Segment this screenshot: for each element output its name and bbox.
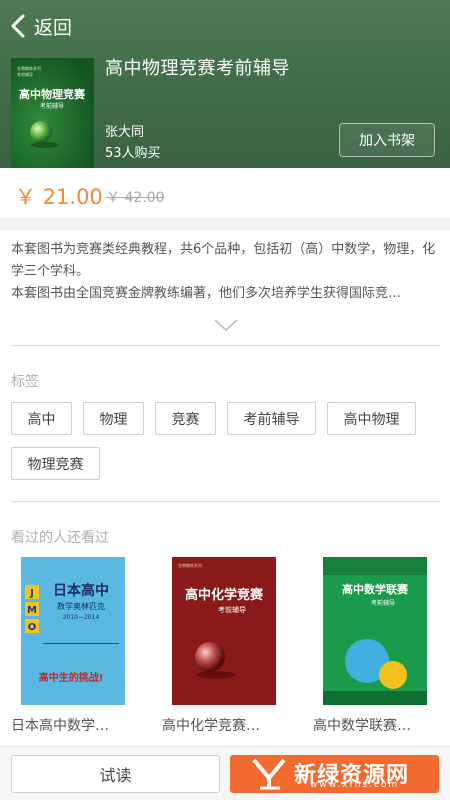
chevron-down-icon[interactable] [213, 318, 239, 332]
watermark-logo-icon [252, 758, 286, 790]
back-button[interactable]: 返回 [10, 10, 72, 42]
cover-title: 日本高中 [53, 582, 109, 599]
trial-read-button[interactable]: 试读 [11, 755, 220, 793]
recommended-label: 高中化学竞赛… [162, 718, 260, 734]
book-header: 返回 金牌教练系列 考前辅导 高中物理竞赛 考前辅导 高中物理竞赛考前辅导 张大… [0, 0, 450, 168]
cover-subtitle: 数学奥林匹克 [57, 601, 105, 611]
tag-item[interactable]: 物理 [83, 402, 144, 435]
book-title: 高中物理竞赛考前辅导 [105, 58, 290, 79]
svg-text:考前辅导: 考前辅导 [17, 71, 33, 77]
tag-item[interactable]: 物理竞赛 [11, 447, 100, 480]
cover-years: 2010—2014 [63, 614, 100, 621]
price-row: ￥ 21.00 ￥ 42.00 [0, 168, 450, 218]
recommended-item[interactable]: 金牌教练系列 高中化学竞赛 考前辅导 高中化学竞赛… [162, 557, 276, 734]
watermark: 新绿资源网 www.xfhs.com [250, 750, 440, 796]
cover-subtitle: 考前辅导 [218, 605, 246, 614]
tags-title: 标签 [11, 374, 39, 390]
tag-item[interactable]: 高中物理 [327, 402, 416, 435]
section-gap [0, 218, 450, 230]
description-line: 本套图书为竞赛类经典教程，共6个品种，包括初（高）中数学，物理，化学三个学科。 [11, 242, 436, 279]
tag-item[interactable]: 竞赛 [155, 402, 216, 435]
book-author: 张大同 [105, 125, 145, 140]
tag-item[interactable]: 高中 [11, 402, 72, 435]
chevron-left-icon [11, 14, 25, 38]
buyer-count: 53人购买 [105, 146, 161, 161]
cover-subtitle: 考前辅导 [40, 102, 64, 110]
tag-item[interactable]: 考前辅导 [227, 402, 316, 435]
recommended-item[interactable]: J M O 日本高中 数学奥林匹克 2010—2014 高中生的挑战! 日本高中… [11, 557, 125, 734]
divider [11, 345, 440, 346]
cover-title: 高中物理竞赛 [19, 87, 86, 101]
cover-letter: J [29, 588, 34, 599]
recommended-cover: 高中数学联赛 考前辅导 [323, 557, 427, 705]
book-description: 本套图书为竞赛类经典教程，共6个品种，包括初（高）中数学，物理，化学三个学科。 … [11, 239, 441, 305]
current-price: ￥ 21.00 [15, 185, 103, 209]
add-to-shelf-button[interactable]: 加入书架 [339, 123, 435, 157]
recommended-cover: 金牌教练系列 高中化学竞赛 考前辅导 [172, 557, 276, 705]
recommended-label: 日本高中数学… [11, 718, 109, 734]
cover-slogan: 高中生的挑战! [39, 671, 104, 684]
divider [11, 501, 440, 502]
cover-subtitle: 考前辅导 [371, 599, 395, 607]
cover-letter: M [27, 605, 37, 616]
cover-title: 高中数学联赛 [342, 582, 409, 596]
recommended-label: 高中数学联赛… [313, 718, 411, 734]
recommended-item[interactable]: 高中数学联赛 考前辅导 高中数学联赛… [313, 557, 427, 734]
cover-title: 高中化学竞赛 [185, 587, 264, 603]
recommended-cover: J M O 日本高中 数学奥林匹克 2010—2014 高中生的挑战! [21, 557, 125, 705]
original-price: ￥ 42.00 [106, 190, 165, 206]
description-line: 本套图书由全国竞赛金牌教练编著，他们多次培养学生获得国际竞… [11, 286, 402, 301]
cover-letter: O [28, 622, 37, 633]
svg-text:金牌教练系列: 金牌教练系列 [178, 562, 202, 568]
recommended-title: 看过的人还看过 [11, 530, 109, 546]
svg-text:金牌教练系列: 金牌教练系列 [17, 65, 41, 71]
book-cover: 金牌教练系列 考前辅导 高中物理竞赛 考前辅导 [11, 58, 94, 168]
watermark-url: www.xfhs.com [310, 780, 400, 790]
back-label: 返回 [34, 16, 73, 39]
